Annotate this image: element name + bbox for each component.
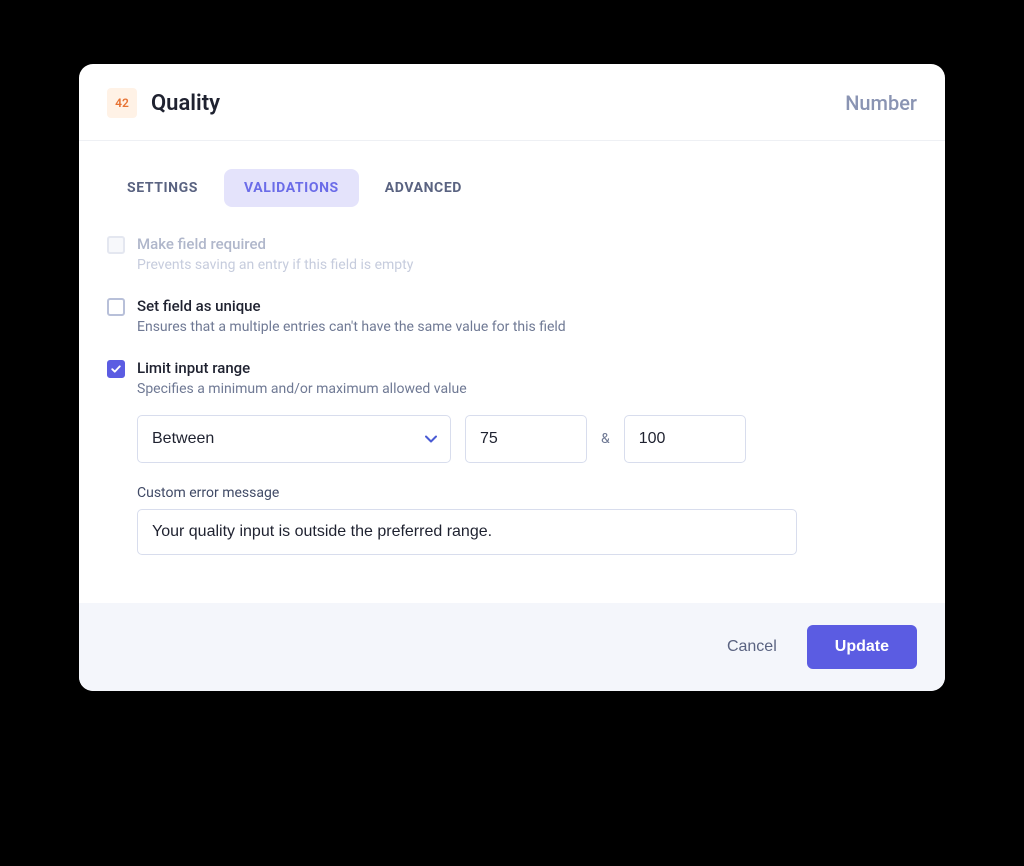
- tab-validations[interactable]: VALIDATIONS: [224, 169, 359, 207]
- cancel-button[interactable]: Cancel: [721, 628, 783, 666]
- custom-error-input[interactable]: [137, 509, 797, 555]
- range-mode-select-wrap: [137, 415, 451, 463]
- header-left: 42 Quality: [107, 88, 220, 118]
- custom-error-section: Custom error message: [137, 485, 917, 555]
- field-title: Quality: [151, 91, 220, 116]
- tab-settings[interactable]: SETTINGS: [107, 169, 218, 207]
- tabs: SETTINGS VALIDATIONS ADVANCED: [79, 141, 945, 207]
- option-required: Make field required Prevents saving an e…: [107, 235, 917, 273]
- range-max-input[interactable]: [624, 415, 746, 463]
- dialog-header: 42 Quality Number: [79, 64, 945, 141]
- range-mode-select[interactable]: [137, 415, 451, 463]
- field-type-label: Number: [845, 91, 917, 115]
- number-field-icon: 42: [107, 88, 137, 118]
- option-limit-range: Limit input range Specifies a minimum an…: [107, 359, 917, 555]
- option-unique: Set field as unique Ensures that a multi…: [107, 297, 917, 335]
- limit-range-label: Limit input range: [137, 359, 917, 377]
- range-row: &: [137, 415, 917, 463]
- required-label: Make field required: [137, 235, 413, 253]
- range-min-input[interactable]: [465, 415, 587, 463]
- tab-content-validations: Make field required Prevents saving an e…: [79, 207, 945, 603]
- tab-advanced[interactable]: ADVANCED: [365, 169, 482, 207]
- custom-error-label: Custom error message: [137, 485, 917, 501]
- check-icon: [111, 364, 121, 374]
- unique-desc: Ensures that a multiple entries can't ha…: [137, 319, 566, 335]
- limit-range-desc: Specifies a minimum and/or maximum allow…: [137, 381, 917, 397]
- dialog-footer: Cancel Update: [79, 603, 945, 691]
- required-checkbox: [107, 236, 125, 254]
- unique-label: Set field as unique: [137, 297, 566, 315]
- limit-range-checkbox[interactable]: [107, 360, 125, 378]
- required-desc: Prevents saving an entry if this field i…: [137, 257, 413, 273]
- unique-checkbox[interactable]: [107, 298, 125, 316]
- field-settings-dialog: 42 Quality Number SETTINGS VALIDATIONS A…: [79, 64, 945, 691]
- range-and-label: &: [601, 431, 610, 447]
- update-button[interactable]: Update: [807, 625, 917, 669]
